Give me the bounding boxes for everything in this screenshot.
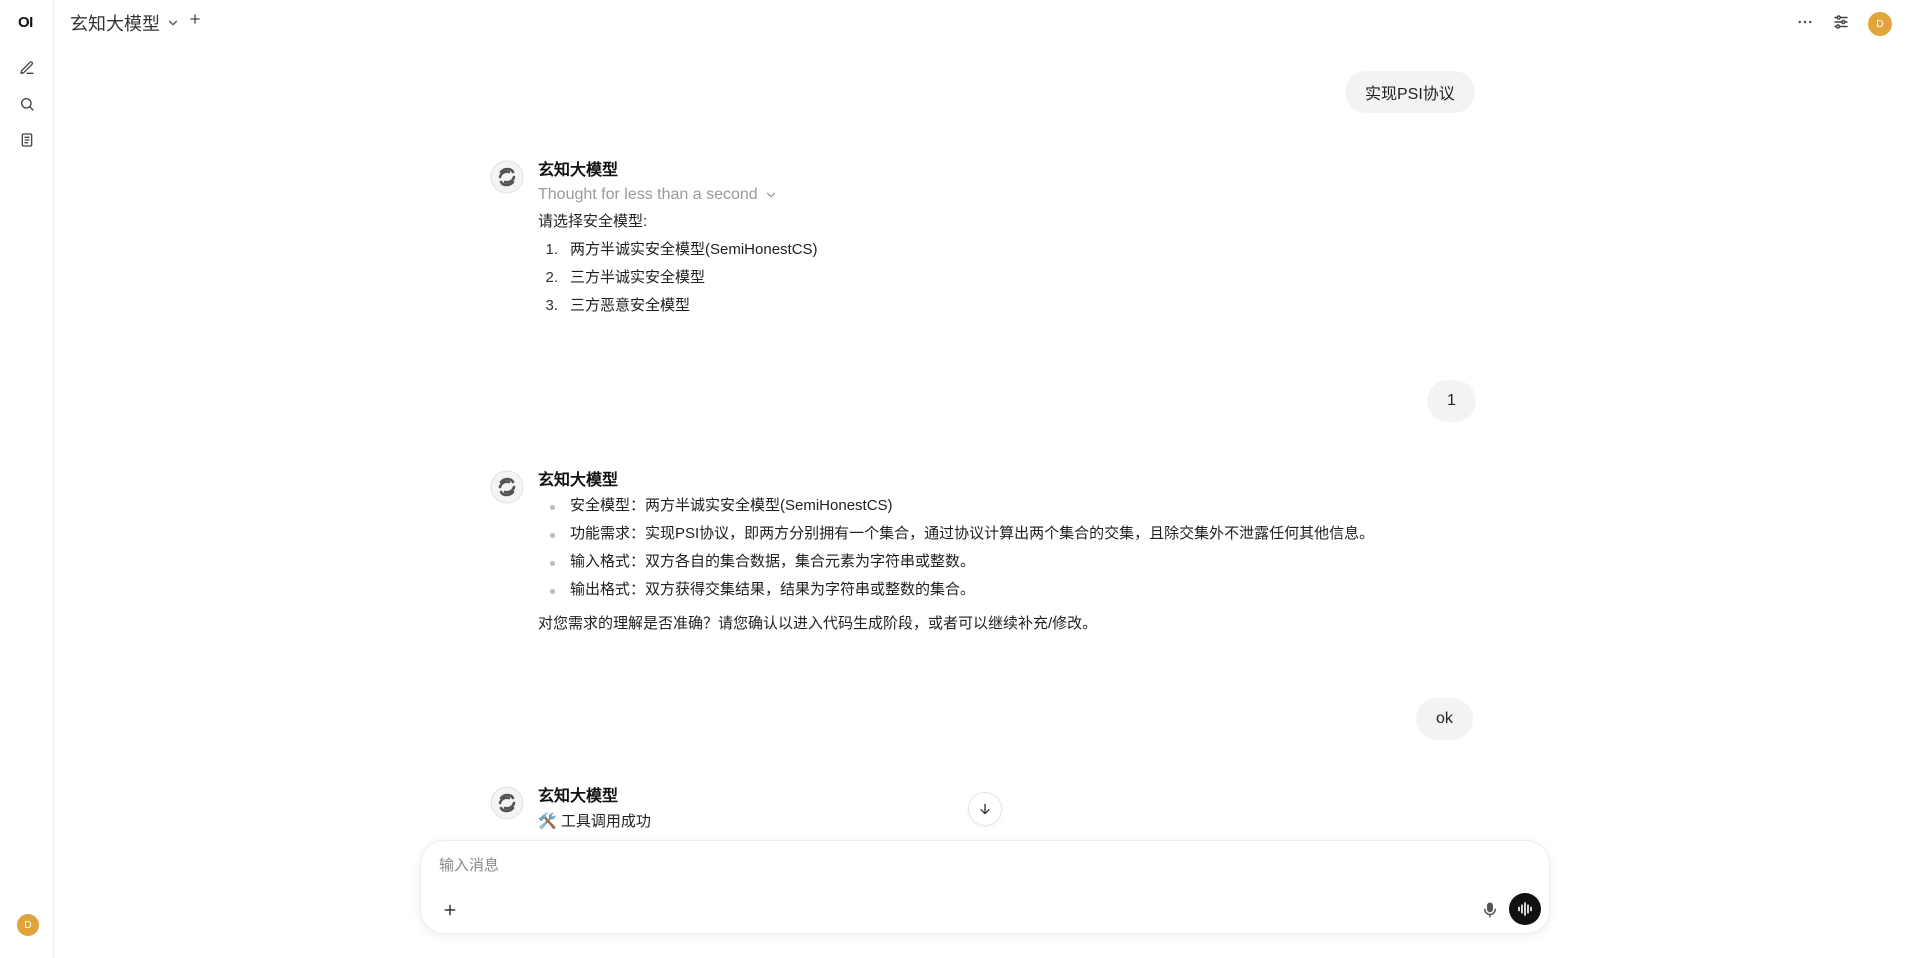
voice-mode-button[interactable]: [1509, 893, 1541, 925]
plus-icon: [444, 904, 456, 916]
assistant-name: 玄知大模型: [538, 472, 619, 489]
assistant-name: 玄知大模型: [538, 162, 619, 179]
chevron-down-icon: [168, 20, 178, 26]
user-avatar[interactable]: D: [17, 914, 39, 936]
notes-button[interactable]: [15, 128, 39, 152]
new-chat-button[interactable]: [15, 56, 39, 80]
top-bar: 玄知大模型 D: [54, 0, 1920, 46]
list-text: 安全模型：两方半诚实安全模型(SemiHonestCS): [570, 497, 893, 514]
list-text: 三方半诚实安全模型: [570, 269, 706, 286]
more-horizontal-icon: [1798, 20, 1812, 23]
list-item: 安全模型：两方半诚实安全模型(SemiHonestCS): [538, 492, 1478, 520]
assistant-name: 玄知大模型: [538, 788, 619, 805]
assistant-message: 玄知大模型 Thought for less than a second 请选择…: [490, 160, 1470, 330]
list-item: 输出格式：双方获得交集结果，结果为字符串或整数的集合。: [538, 576, 1478, 604]
list-number: 3.: [545, 297, 558, 314]
message-text: 对您需求的理解是否准确？请您确认以进入代码生成阶段，或者可以继续补充/修改。: [538, 615, 1098, 632]
options-list: 1. 两方半诚实安全模型(SemiHonestCS) 2. 三方半诚实安全模型 3.…: [538, 236, 1478, 320]
message-input[interactable]: [439, 851, 1439, 879]
arrow-down-icon: [980, 803, 990, 815]
list-item: 2. 三方半诚实安全模型: [538, 264, 1478, 292]
controls-button[interactable]: [1832, 13, 1850, 36]
topbar-user-avatar[interactable]: D: [1868, 12, 1892, 36]
summary-list: 安全模型：两方半诚实安全模型(SemiHonestCS) 功能需求：实现PSI协…: [538, 492, 1478, 604]
thought-label: Thought for less than a second: [538, 186, 758, 203]
list-text: 功能需求：实现PSI协议，即两方分别拥有一个集合，通过协议计算出两个集合的交集，…: [570, 525, 1375, 542]
chevron-down-icon: [766, 192, 775, 198]
message-composer: [420, 840, 1550, 934]
user-message: 1: [1427, 380, 1476, 422]
attach-button[interactable]: [437, 897, 463, 923]
list-item: 功能需求：实现PSI协议，即两方分别拥有一个集合，通过协议计算出两个集合的交集，…: [538, 520, 1478, 548]
list-text: 输出格式：双方获得交集结果，结果为字符串或整数的集合。: [570, 581, 976, 598]
user-message: 实现PSI协议: [1345, 71, 1475, 113]
list-item: 3. 三方恶意安全模型: [538, 292, 1478, 320]
list-text: 输入格式：双方各自的集合数据，集合元素为字符串或整数。: [570, 553, 976, 570]
model-logo-icon: [490, 160, 524, 194]
thought-toggle[interactable]: Thought for less than a second: [538, 182, 1478, 208]
audio-waveform-icon: [1518, 902, 1532, 916]
list-number: 1.: [545, 241, 558, 258]
search-button[interactable]: [15, 92, 39, 116]
model-logo-icon: [490, 786, 524, 820]
user-message: ok: [1416, 698, 1473, 740]
left-sidebar: OI D: [0, 0, 54, 958]
assistant-message: 玄知大模型 安全模型：两方半诚实安全模型(SemiHonestCS) 功能需求：…: [490, 470, 1470, 650]
list-item: 输入格式：双方各自的集合数据，集合元素为字符串或整数。: [538, 548, 1478, 576]
scroll-to-bottom-button[interactable]: [968, 792, 1002, 826]
search-icon: [21, 98, 34, 111]
app-logo[interactable]: OI: [18, 14, 33, 31]
message-text: 请选择安全模型:: [538, 213, 648, 230]
model-logo-icon: [490, 470, 524, 504]
add-model-button[interactable]: [188, 12, 202, 31]
dictate-button[interactable]: [1477, 897, 1503, 923]
list-item: 1. 两方半诚实安全模型(SemiHonestCS): [538, 236, 1478, 264]
edit-icon: [20, 61, 34, 74]
tool-status: 🛠️ 工具调用成功: [538, 813, 651, 830]
more-options-button[interactable]: [1796, 13, 1814, 36]
notes-icon: [21, 133, 33, 147]
microphone-icon: [1484, 902, 1496, 918]
list-text: 两方半诚实安全模型(SemiHonestCS): [570, 241, 818, 258]
list-number: 2.: [545, 269, 558, 286]
model-selector[interactable]: 玄知大模型: [70, 10, 180, 36]
model-name: 玄知大模型: [70, 14, 160, 34]
list-text: 三方恶意安全模型: [570, 297, 691, 314]
plus-icon: [190, 14, 200, 24]
sliders-icon: [1834, 14, 1848, 29]
